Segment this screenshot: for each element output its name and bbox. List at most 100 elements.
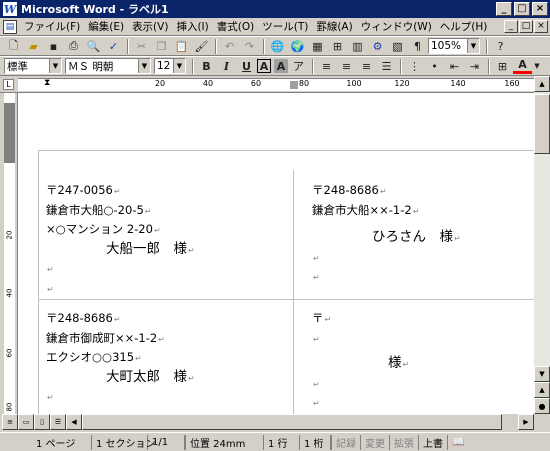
- decrease-indent-icon[interactable]: ⇤: [445, 58, 464, 75]
- scroll-down-icon[interactable]: ▼: [534, 366, 550, 382]
- help-icon[interactable]: ?: [491, 38, 510, 55]
- status-trk[interactable]: 変更: [361, 434, 390, 450]
- save-icon[interactable]: ▪: [44, 38, 63, 55]
- print-icon[interactable]: ⎙: [64, 38, 83, 55]
- tab-selector-icon[interactable]: L: [3, 79, 14, 90]
- font-select[interactable]: ＭＳ 明朝 ▼: [65, 58, 151, 74]
- menu-table[interactable]: 罫線(A): [312, 19, 356, 34]
- align-center-icon[interactable]: ≡: [337, 58, 356, 75]
- style-select[interactable]: 標準 ▼: [4, 58, 62, 74]
- spelling-icon[interactable]: ✓: [104, 38, 123, 55]
- chevron-down-icon[interactable]: ▼: [467, 39, 479, 53]
- paste-icon[interactable]: 📋: [172, 38, 191, 55]
- web-toolbar-icon[interactable]: 🌍: [288, 38, 307, 55]
- web-layout-icon[interactable]: ▭: [18, 414, 34, 430]
- chevron-down-icon[interactable]: ▼: [138, 59, 150, 73]
- doc-restore-button[interactable]: □: [519, 20, 533, 33]
- prev-page-icon[interactable]: ▲: [534, 382, 550, 398]
- align-left-icon[interactable]: ≡: [317, 58, 336, 75]
- menu-window[interactable]: ウィンドウ(W): [357, 19, 436, 34]
- format-painter-icon[interactable]: 🖌: [192, 38, 211, 55]
- align-right-icon[interactable]: ≡: [357, 58, 376, 75]
- menu-tools[interactable]: ツール(T): [258, 19, 312, 34]
- insert-excel-icon[interactable]: ⊞: [328, 38, 347, 55]
- font-color-icon[interactable]: A: [513, 58, 532, 74]
- vruler-label: 60: [5, 348, 14, 358]
- justify-icon[interactable]: ☰: [377, 58, 396, 75]
- scroll-left-icon[interactable]: ◀: [66, 414, 82, 430]
- status-rec[interactable]: 記録: [332, 434, 361, 450]
- document-area[interactable]: 〒247-0056↵ 鎌倉市大船○-20-5↵ ×○マンション 2-20↵ 大船…: [18, 93, 534, 414]
- border-icon[interactable]: ⊞: [493, 58, 512, 75]
- label-divider-horizontal: [38, 299, 534, 300]
- menu-help[interactable]: ヘルプ(H): [436, 19, 492, 34]
- font-size-select[interactable]: 12 ▼: [154, 58, 186, 74]
- underline-button[interactable]: U: [237, 58, 256, 75]
- emphasis-icon[interactable]: ア: [289, 58, 308, 75]
- bold-button[interactable]: B: [197, 58, 216, 75]
- numbering-icon[interactable]: ⋮: [405, 58, 424, 75]
- drawing-icon[interactable]: ⚙: [368, 38, 387, 55]
- chevron-down-icon[interactable]: ▼: [49, 59, 61, 73]
- normal-view-icon[interactable]: ≡: [2, 414, 18, 430]
- scroll-right-icon[interactable]: ▶: [518, 414, 534, 430]
- document-map-icon[interactable]: ▧: [388, 38, 407, 55]
- undo-icon[interactable]: ↶: [220, 38, 239, 55]
- margin-guide: [38, 150, 534, 151]
- columns-icon[interactable]: ▥: [348, 38, 367, 55]
- spelling-status-icon[interactable]: 📖: [448, 435, 468, 450]
- status-section: 1 セクション: [92, 434, 156, 450]
- scroll-thumb[interactable]: [534, 94, 550, 154]
- char-border-button[interactable]: A: [257, 59, 271, 73]
- maximize-button[interactable]: □: [514, 2, 530, 16]
- bullets-icon[interactable]: •: [425, 58, 444, 75]
- horizontal-ruler[interactable]: 20 40 60 80 100 120 140 160 ⧗: [18, 78, 534, 91]
- recipient-name: 大町太郎 様↵: [106, 368, 195, 385]
- toolbar-separator: [486, 38, 488, 54]
- menu-insert[interactable]: 挿入(I): [172, 19, 212, 34]
- doc-close-button[interactable]: ×: [534, 20, 548, 33]
- address-line: エクシオ○○315↵: [46, 350, 142, 364]
- print-layout-icon[interactable]: ▯: [34, 414, 50, 430]
- status-ovr[interactable]: 上書: [419, 434, 448, 450]
- doc-minimize-button[interactable]: _: [504, 20, 518, 33]
- italic-button[interactable]: I: [217, 58, 236, 75]
- vertical-ruler[interactable]: 20 40 60 80: [0, 93, 18, 414]
- column-marker-icon[interactable]: [290, 81, 298, 89]
- label-cell[interactable]: 〒↵ ↵ 様↵ ↵ ↵: [312, 309, 409, 413]
- scroll-up-icon[interactable]: ▲: [534, 76, 550, 92]
- label-cell[interactable]: 〒247-0056↵ 鎌倉市大船○-20-5↵ ×○マンション 2-20↵ 大船…: [46, 181, 195, 298]
- redo-icon[interactable]: ↷: [240, 38, 259, 55]
- minimize-button[interactable]: _: [496, 2, 512, 16]
- close-button[interactable]: ×: [532, 2, 548, 16]
- status-ext[interactable]: 拡張: [390, 434, 419, 450]
- print-preview-icon[interactable]: 🔍: [84, 38, 103, 55]
- open-icon[interactable]: ▰: [24, 38, 43, 55]
- menu-format[interactable]: 書式(O): [213, 19, 258, 34]
- label-cell[interactable]: 〒248-8686↵ 鎌倉市大船××-1-2↵ ひろさん 様↵ ↵ ↵: [312, 181, 461, 287]
- hyperlink-icon[interactable]: 🌐: [268, 38, 287, 55]
- copy-icon[interactable]: ❐: [152, 38, 171, 55]
- h-scroll-thumb[interactable]: [82, 414, 502, 430]
- new-icon[interactable]: 🗋: [4, 38, 23, 55]
- zoom-select[interactable]: 105% ▼: [428, 38, 480, 54]
- menu-edit[interactable]: 編集(E): [84, 19, 128, 34]
- horizontal-scrollbar[interactable]: ≡ ▭ ▯ ☰ ◀ ▶: [0, 414, 550, 430]
- chevron-down-icon[interactable]: ▼: [533, 58, 541, 75]
- table-icon[interactable]: ▦: [308, 38, 327, 55]
- char-shading-button[interactable]: A: [274, 59, 288, 73]
- browse-object-icon[interactable]: ●: [534, 398, 550, 414]
- outline-view-icon[interactable]: ☰: [50, 414, 66, 430]
- document-icon[interactable]: ▤: [3, 19, 17, 34]
- label-cell[interactable]: 〒248-8686↵ 鎌倉市御成町××-1-2↵ エクシオ○○315↵ 大町太郎…: [46, 309, 195, 407]
- recipient-name: ひろさん 様↵: [372, 229, 461, 245]
- increase-indent-icon[interactable]: ⇥: [465, 58, 484, 75]
- indent-marker-icon[interactable]: ⧗: [44, 78, 50, 88]
- show-hide-icon[interactable]: ¶: [408, 38, 427, 55]
- cut-icon[interactable]: ✂: [132, 38, 151, 55]
- address-line: 鎌倉市大船○-20-5↵: [46, 202, 152, 217]
- vertical-scrollbar[interactable]: ▲ ▼ ▲ ●: [534, 76, 550, 414]
- menu-file[interactable]: ファイル(F): [20, 19, 84, 34]
- menu-view[interactable]: 表示(V): [128, 19, 172, 34]
- chevron-down-icon[interactable]: ▼: [173, 59, 185, 73]
